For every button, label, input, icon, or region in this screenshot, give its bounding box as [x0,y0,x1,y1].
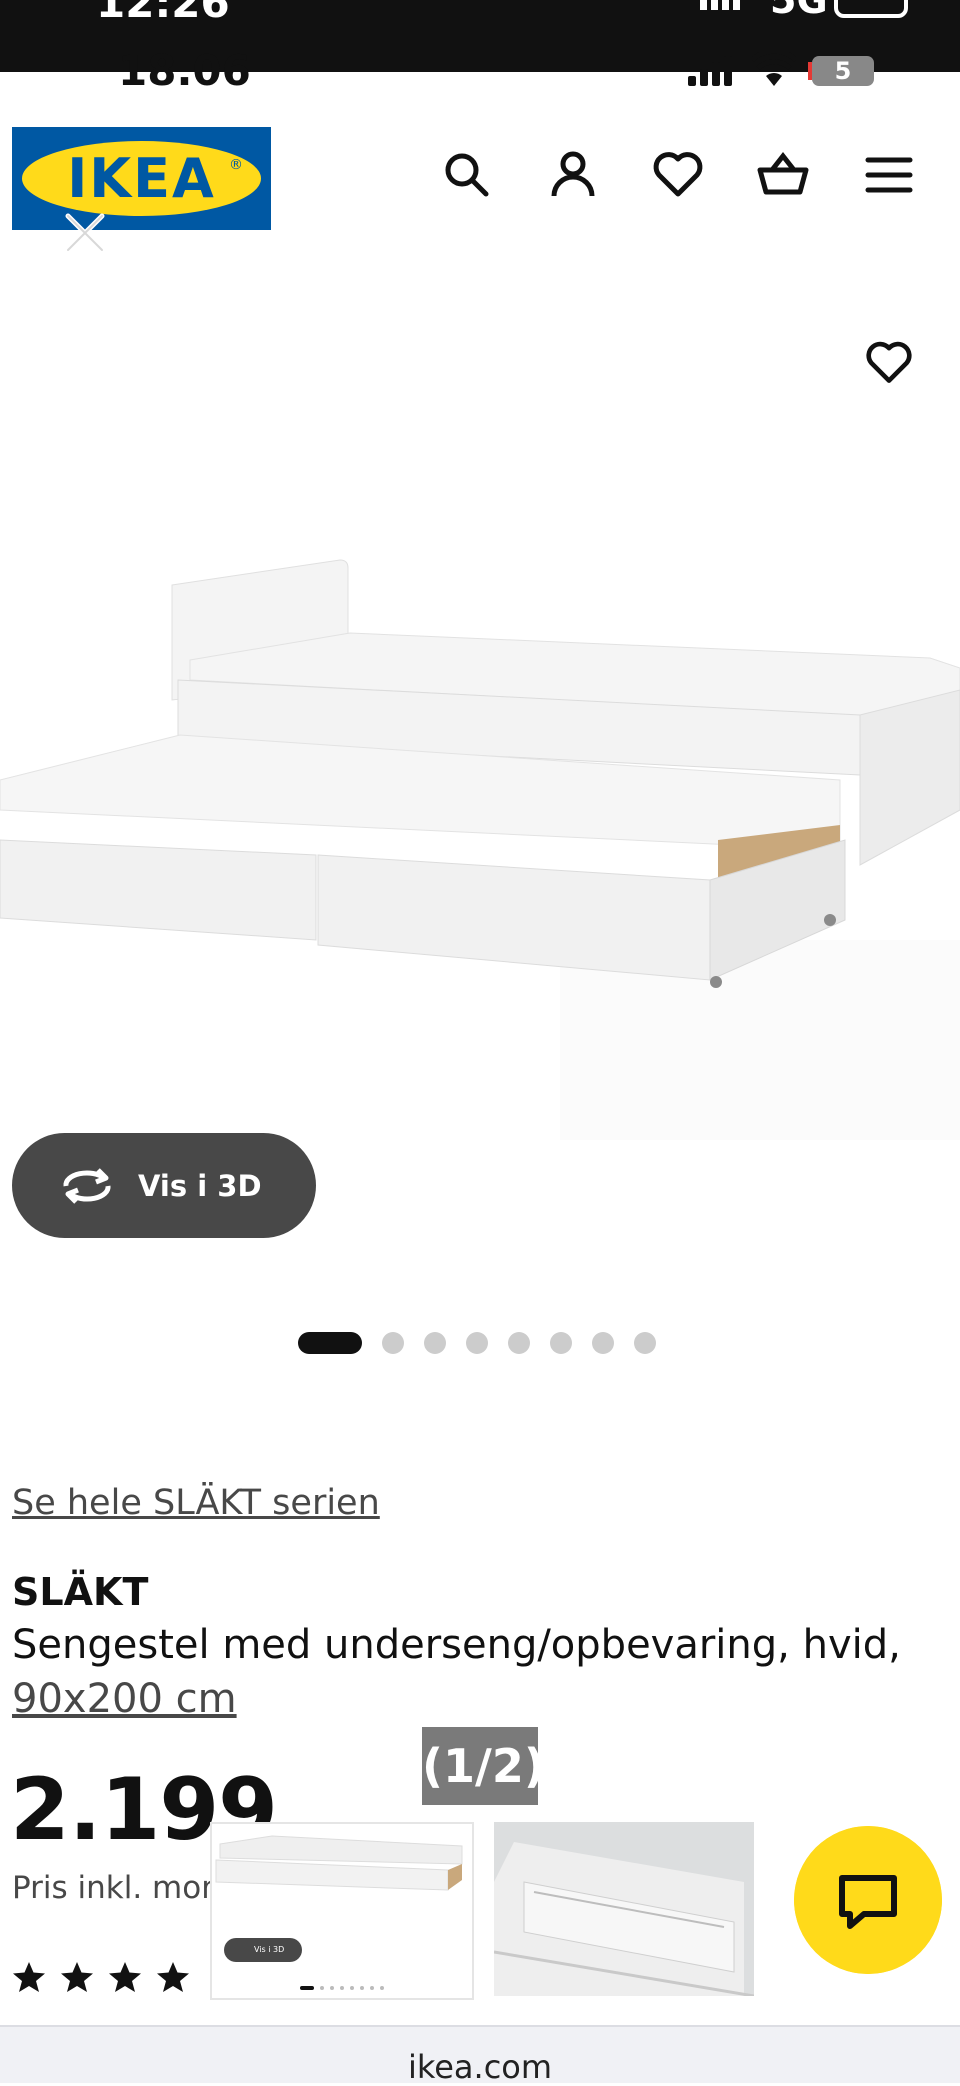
carousel-dot[interactable] [634,1332,656,1354]
screenshot-thumbnails[interactable]: Vis i 3D [208,1820,758,2000]
outer-status-time: 12:26 [96,0,230,27]
search-icon[interactable] [440,148,494,202]
thumbnail-1[interactable]: Vis i 3D [210,1822,474,2000]
carousel-dot[interactable] [382,1332,404,1354]
screenshot-counter: (1/2) [422,1727,545,1805]
carousel-dot[interactable] [550,1332,572,1354]
star-icon [109,1962,141,1992]
thumbnail-storage-image [494,1822,754,1996]
battery-indicator: 5 [808,56,874,86]
carousel-dot[interactable] [508,1332,530,1354]
close-icon[interactable] [62,210,108,256]
network-type: 5G [770,0,828,22]
series-link[interactable]: Se hele SLÄKT serien [12,1483,380,1523]
product-image[interactable] [0,540,960,1140]
image-carousel-indicator[interactable] [298,1332,656,1354]
view-in-3d-label: Vis i 3D [138,1168,262,1203]
signal-icon [700,0,740,10]
carousel-dot-active[interactable] [298,1332,362,1354]
status-time: 18.06 [118,46,251,95]
heart-icon[interactable] [651,148,705,202]
battery-icon [834,0,908,18]
chat-button[interactable] [794,1826,942,1974]
rotate-3d-icon [63,1167,111,1204]
basket-icon[interactable] [756,148,810,202]
rating-stars[interactable] [12,1960,190,1994]
carousel-dot[interactable] [466,1332,488,1354]
view-in-3d-button[interactable]: Vis i 3D [12,1133,316,1238]
price-note: Pris inkl. mon [12,1870,221,1906]
thumbnail-3d-button: Vis i 3D [224,1938,302,1962]
product-description: Sengestel med underseng/opbevaring, hvid… [12,1622,901,1668]
thumbnail-3d-label: Vis i 3D [254,1945,285,1954]
wifi-icon [752,52,796,86]
browser-url[interactable]: ikea.com [0,2048,960,2086]
thumbnail-bed-image [215,1835,463,1891]
account-icon[interactable] [546,148,600,202]
thumbnail-carousel-dots [300,1986,384,1990]
carousel-dot[interactable] [424,1332,446,1354]
carousel-dot[interactable] [592,1332,614,1354]
thumbnail-2[interactable] [494,1822,754,1996]
cell-signal-icon [688,56,732,86]
star-icon [61,1962,93,1992]
product-size-link[interactable]: 90x200 cm [12,1676,237,1722]
product-name: SLÄKT [12,1570,149,1614]
star-icon [157,1962,189,1992]
logo-text: IKEA [67,147,216,210]
menu-icon[interactable] [862,148,916,202]
star-icon [13,1962,45,1992]
ikea-logo[interactable]: IKEA ® [12,127,271,230]
favorite-icon[interactable] [864,338,914,388]
